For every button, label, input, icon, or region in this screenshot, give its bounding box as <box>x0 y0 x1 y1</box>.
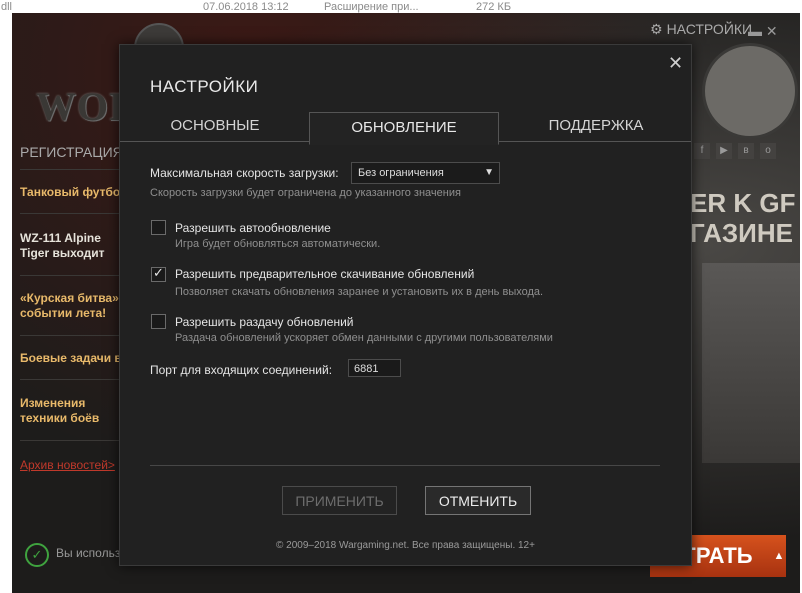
explorer-file-size: 272 КБ <box>476 1 512 13</box>
news-divider <box>20 379 124 380</box>
footer-divider <box>150 465 660 466</box>
tab-update[interactable]: ОБНОВЛЕНИЕ <box>309 112 499 145</box>
autoupdate-checkbox[interactable] <box>151 220 166 235</box>
news-divider <box>20 213 124 214</box>
facebook-icon[interactable]: f <box>694 143 710 159</box>
predownload-label[interactable]: Разрешить предварительное скачивание обн… <box>175 267 474 281</box>
social-links: f ▶ в о <box>694 143 776 159</box>
news-item-1[interactable]: Танковый футбол <box>20 185 120 200</box>
news-archive-link[interactable]: Архив новостей> <box>20 458 115 472</box>
promo-line-2: ГАЗИНЕ <box>690 218 793 248</box>
launcher-settings-label: НАСТРОЙКИ <box>666 21 753 37</box>
vk-icon[interactable]: в <box>738 143 754 159</box>
tank-image <box>702 263 800 463</box>
hero-portrait <box>702 43 798 139</box>
predownload-checkbox[interactable]: ✓ <box>151 265 166 282</box>
news-divider <box>20 335 124 336</box>
close-icon[interactable]: ✕ <box>668 53 683 74</box>
download-speed-hint: Скорость загрузки будет ограничена до ук… <box>150 187 461 199</box>
news-item-3[interactable]: «Курская битва» событии лета! <box>20 291 120 323</box>
window-controls[interactable]: ▬ ✕ <box>748 23 778 40</box>
download-speed-label: Максимальная скорость загрузки: <box>150 166 339 180</box>
promo-line-1: ER K GF <box>690 188 796 218</box>
window-close-icon[interactable]: ✕ <box>766 23 778 39</box>
launcher-settings-button[interactable]: ⚙ НАСТРОЙКИ <box>650 21 752 38</box>
dropdown-arrow-icon: ▼ <box>484 167 494 178</box>
news-item-2[interactable]: WZ-111 Alpine Tiger выходит на поиск <box>20 231 120 263</box>
registration-link[interactable]: РЕГИСТРАЦИЯ <box>20 144 123 160</box>
autoupdate-hint: Игра будет обновляться автоматически. <box>175 238 381 250</box>
explorer-file-name: dll <box>1 1 13 13</box>
port-input[interactable]: 6881 <box>348 359 401 377</box>
download-speed-select[interactable]: Без ограничения ▼ <box>351 162 500 184</box>
copyright-text: © 2009–2018 Wargaming.net. Все права защ… <box>276 540 535 551</box>
dialog-title: НАСТРОЙКИ <box>150 77 259 96</box>
apply-button[interactable]: ПРИМЕНИТЬ <box>282 486 397 515</box>
explorer-file-row: dll 07.06.2018 13:12 Расширение при... 2… <box>0 0 802 14</box>
news-item-5[interactable]: Изменения техники боёв <box>20 396 120 428</box>
seeding-hint: Раздача обновлений ускоряет обмен данным… <box>175 332 553 344</box>
news-divider <box>20 275 124 276</box>
download-speed-value: Без ограничения <box>358 167 444 179</box>
tab-support[interactable]: ПОДДЕРЖКА <box>501 111 691 141</box>
check-circle-icon: ✓ <box>25 543 49 567</box>
news-divider <box>20 440 124 441</box>
tab-general[interactable]: ОСНОВНЫЕ <box>120 111 310 141</box>
seeding-label[interactable]: Разрешить раздачу обновлений <box>175 315 354 329</box>
predownload-hint: Позволяет скачать обновления заранее и у… <box>175 286 544 298</box>
odnoklassniki-icon[interactable]: о <box>760 143 776 159</box>
news-divider <box>20 169 124 170</box>
checkmark-icon: ✓ <box>153 265 164 280</box>
autoupdate-label[interactable]: Разрешить автообновление <box>175 221 331 235</box>
news-item-4[interactable]: Боевые задачи в <box>20 351 120 366</box>
promo-banner-text: ER K GF ГАЗИНЕ <box>690 188 795 248</box>
explorer-file-date: 07.06.2018 13:12 <box>203 1 289 13</box>
minimize-icon[interactable]: ▬ <box>748 23 762 39</box>
cancel-button[interactable]: ОТМЕНИТЬ <box>425 486 531 515</box>
settings-dialog: НАСТРОЙКИ ✕ ОСНОВНЫЕ ОБНОВЛЕНИЕ ПОДДЕРЖК… <box>119 44 692 566</box>
port-label: Порт для входящих соединений: <box>150 363 333 377</box>
seeding-checkbox[interactable] <box>151 314 166 329</box>
explorer-file-type: Расширение при... <box>324 1 419 13</box>
chevron-up-icon[interactable]: ▲ <box>770 543 788 569</box>
gear-icon: ⚙ <box>650 21 663 37</box>
youtube-icon[interactable]: ▶ <box>716 143 732 159</box>
